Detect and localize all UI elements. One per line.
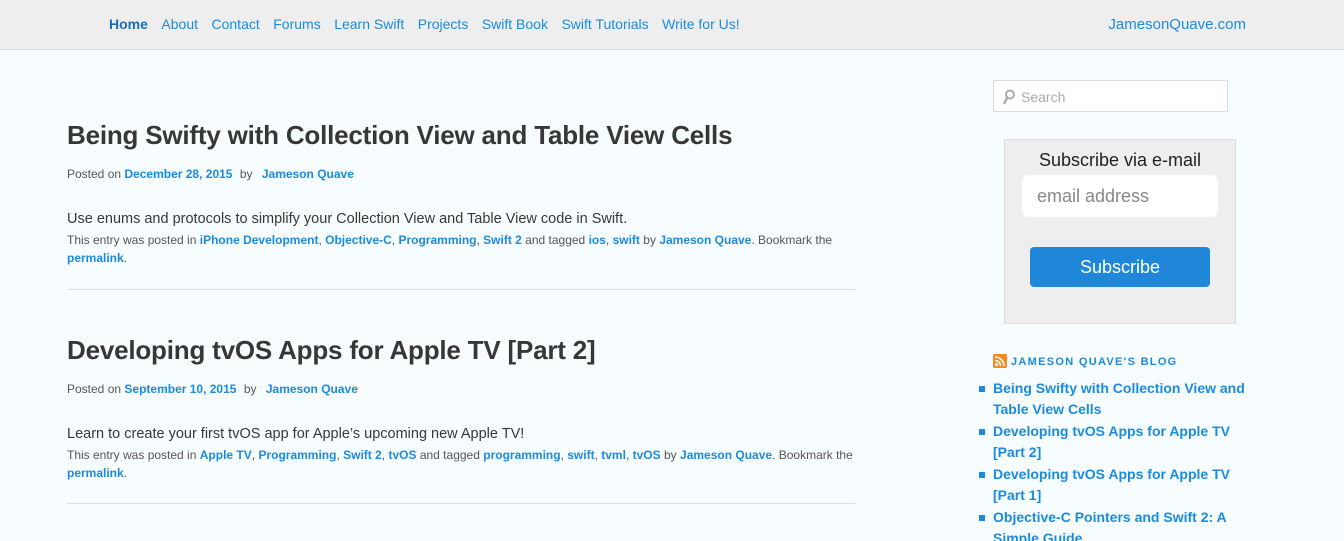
search-input[interactable] (1021, 87, 1221, 107)
top-navigation-bar: Home About Contact Forums Learn Swift Pr… (0, 0, 1344, 50)
post-title[interactable]: Being Swifty with Collection View and Ta… (67, 120, 855, 151)
by-label: by (239, 167, 253, 181)
tagged-label: and tagged (525, 233, 586, 247)
search-box (993, 80, 1228, 112)
blog-widget-label[interactable]: JAMESON QUAVE'S BLOG (1011, 356, 1178, 368)
tagged-label: and tagged (419, 448, 480, 462)
category-link[interactable]: Programming (398, 233, 476, 247)
subscribe-button[interactable]: Subscribe (1030, 247, 1210, 287)
rss-icon[interactable] (993, 353, 1007, 368)
recent-post-link[interactable]: Developing tvOS Apps for Apple TV [Part … (993, 466, 1230, 503)
footer-author-link[interactable]: Jameson Quave (680, 448, 772, 462)
category-link[interactable]: iPhone Development (200, 233, 319, 247)
post: Being Swifty with Collection View and Ta… (67, 120, 855, 267)
by-label: by (663, 448, 677, 462)
subscribe-title: Subscribe via e-mail (1038, 150, 1202, 170)
category-link[interactable]: tvOS (388, 448, 416, 462)
site-home-link[interactable]: JamesonQuave.com (1108, 16, 1246, 33)
permalink-link[interactable]: permalink (67, 466, 124, 480)
post-divider (67, 289, 855, 290)
nav-learn-swift[interactable]: Learn Swift (334, 16, 404, 32)
nav-swift-tutorials[interactable]: Swift Tutorials (561, 16, 648, 32)
nav-projects[interactable]: Projects (418, 16, 469, 32)
category-link[interactable]: Objective-C (325, 233, 392, 247)
post-footer: This entry was posted in iPhone Developm… (67, 233, 833, 265)
bookmark-label: . Bookmark the (751, 233, 833, 247)
email-field[interactable] (1022, 175, 1218, 217)
author-link[interactable]: Jameson Quave (266, 382, 358, 396)
by-label: by (243, 382, 257, 396)
footer-prefix: This entry was posted in (67, 233, 197, 247)
post-meta: Posted on September 10, 2015 by Jameson … (67, 382, 855, 396)
permalink-link[interactable]: permalink (67, 251, 124, 265)
blog-widget-title: JAMESON QUAVE'S BLOG (993, 353, 1178, 368)
posted-on-label: Posted on (67, 167, 122, 181)
post-summary: Use enums and protocols to simplify your… (67, 211, 628, 227)
by-label: by (643, 233, 656, 247)
tag-link[interactable]: swift (567, 448, 594, 462)
post-divider (67, 503, 855, 504)
posted-on-label: Posted on (67, 382, 122, 396)
category-link[interactable]: Swift 2 (343, 448, 382, 462)
post-footer: This entry was posted in Apple TV, Progr… (67, 448, 853, 480)
list-item: Developing tvOS Apps for Apple TV [Part … (979, 421, 1249, 463)
recent-post-link[interactable]: Being Swifty with Collection View and Ta… (993, 380, 1245, 417)
nav-forums[interactable]: Forums (273, 16, 320, 32)
footer-author-link[interactable]: Jameson Quave (659, 233, 751, 247)
main-nav: Home About Contact Forums Learn Swift Pr… (109, 16, 753, 32)
category-link[interactable]: Apple TV (200, 448, 252, 462)
recent-posts-list: Being Swifty with Collection View and Ta… (979, 378, 1249, 541)
footer-prefix: This entry was posted in (67, 448, 197, 462)
tag-link[interactable]: tvOS (633, 448, 661, 462)
tag-link[interactable]: ios (589, 233, 606, 247)
search-icon (1002, 89, 1015, 105)
list-item: Being Swifty with Collection View and Ta… (979, 378, 1249, 420)
nav-about[interactable]: About (161, 16, 198, 32)
recent-post-link[interactable]: Developing tvOS Apps for Apple TV [Part … (993, 423, 1230, 460)
recent-post-link[interactable]: Objective-C Pointers and Swift 2: A Simp… (993, 509, 1226, 541)
tag-link[interactable]: swift (613, 233, 640, 247)
subscribe-widget: Subscribe via e-mail Subscribe (1004, 139, 1236, 324)
category-link[interactable]: Programming (258, 448, 336, 462)
tag-link[interactable]: programming (483, 448, 560, 462)
author-link[interactable]: Jameson Quave (262, 167, 354, 181)
category-link[interactable]: Swift 2 (483, 233, 522, 247)
post-date-link[interactable]: December 28, 2015 (124, 167, 232, 181)
bookmark-label: . Bookmark the (772, 448, 853, 462)
nav-contact[interactable]: Contact (212, 16, 260, 32)
post-meta: Posted on December 28, 2015 by Jameson Q… (67, 167, 855, 181)
nav-home[interactable]: Home (109, 16, 148, 32)
post-summary: Learn to create your first tvOS app for … (67, 426, 525, 442)
nav-swift-book[interactable]: Swift Book (482, 16, 548, 32)
post-date-link[interactable]: September 10, 2015 (124, 382, 236, 396)
list-item: Objective-C Pointers and Swift 2: A Simp… (979, 507, 1249, 541)
nav-write-for-us[interactable]: Write for Us! (662, 16, 740, 32)
list-item: Developing tvOS Apps for Apple TV [Part … (979, 464, 1249, 506)
post-title[interactable]: Developing tvOS Apps for Apple TV [Part … (67, 335, 855, 366)
post: Developing tvOS Apps for Apple TV [Part … (67, 335, 855, 482)
tag-link[interactable]: tvml (601, 448, 626, 462)
